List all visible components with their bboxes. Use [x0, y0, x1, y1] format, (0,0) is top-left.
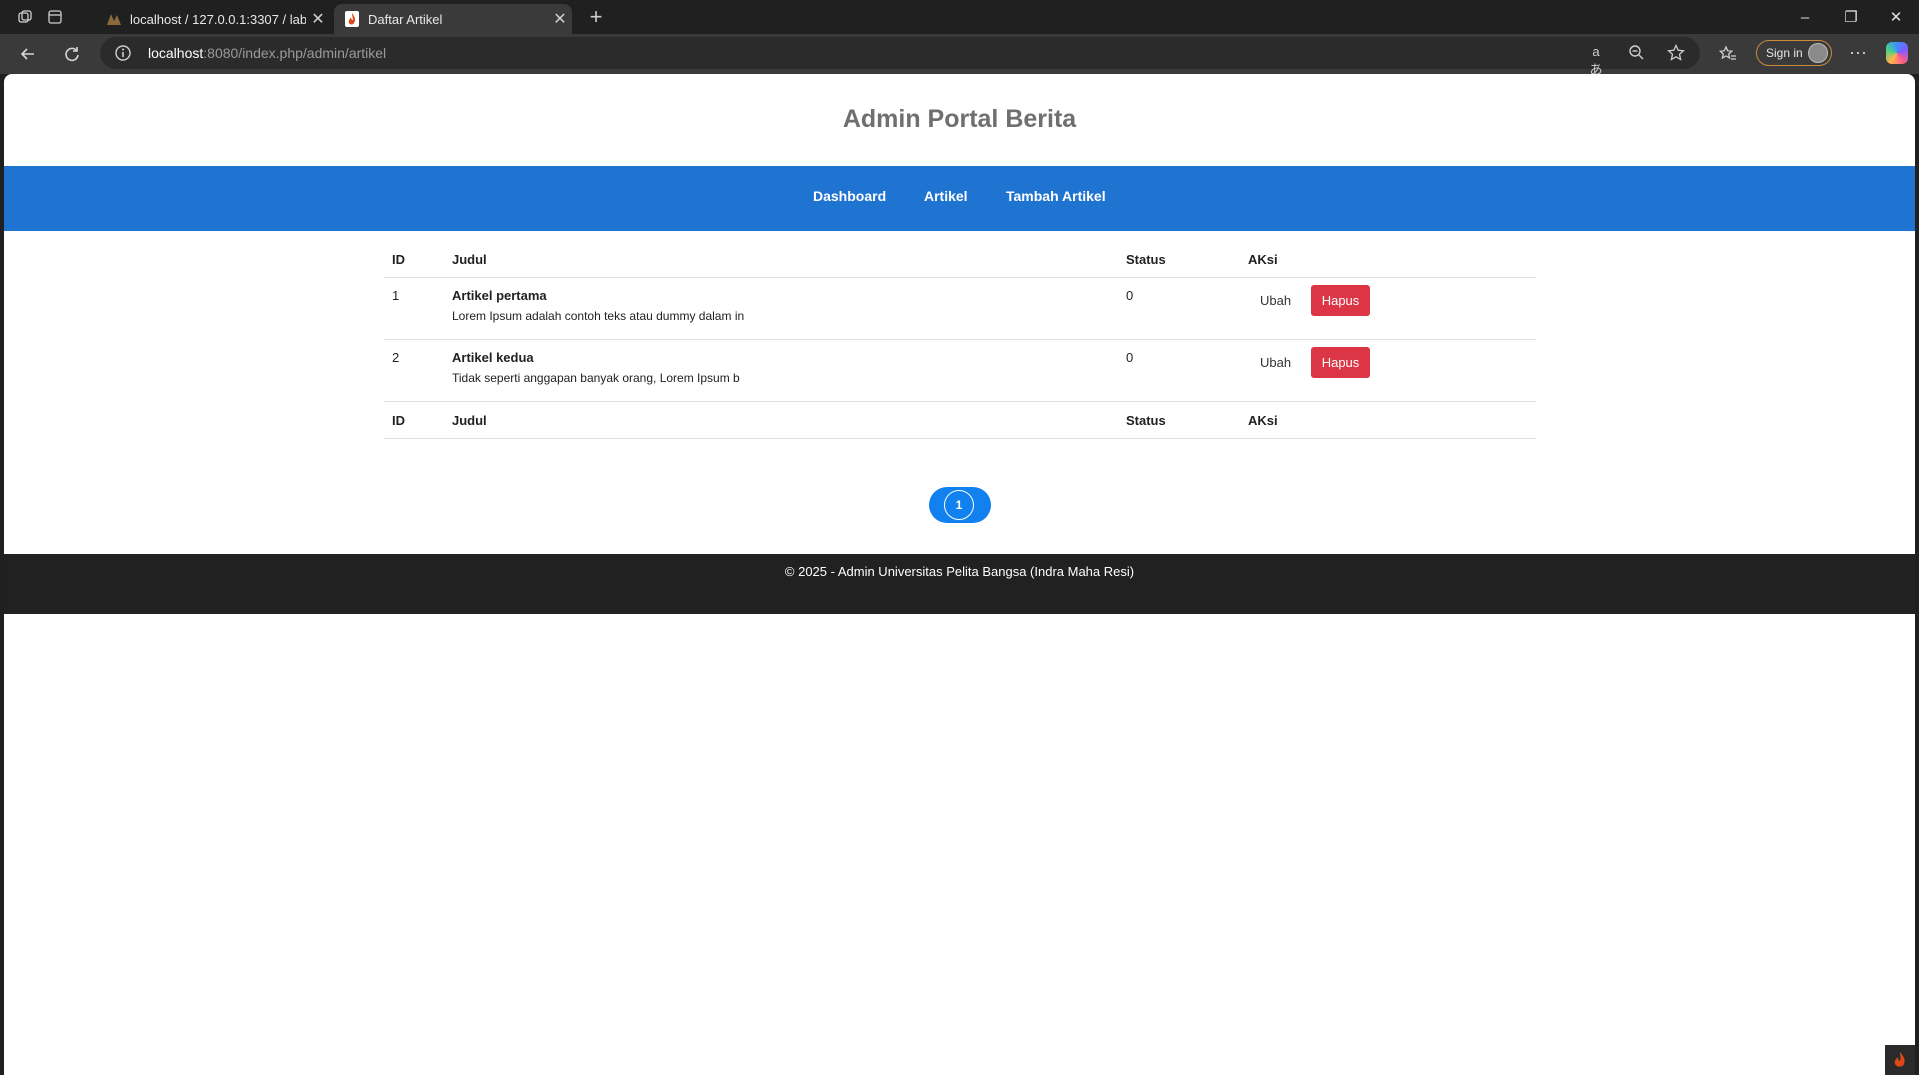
nav-tambah-artikel[interactable]: Tambah Artikel	[1006, 188, 1106, 204]
header-id: ID	[384, 241, 444, 278]
new-tab-icon[interactable]: +	[584, 4, 608, 30]
edit-button[interactable]: Ubah	[1252, 288, 1299, 313]
zoom-out-icon[interactable]	[1626, 44, 1646, 62]
close-window-icon[interactable]: ✕	[1873, 0, 1919, 34]
sign-in-label: Sign in	[1766, 46, 1803, 60]
footer-aksi: AKsi	[1240, 401, 1536, 439]
page-button-current[interactable]: 1	[944, 490, 974, 520]
row-actions: Ubah Hapus	[1240, 339, 1536, 402]
article-excerpt: Lorem Ipsum adalah contoh teks atau dumm…	[452, 309, 745, 323]
url-host: localhost	[148, 45, 204, 61]
row-id: 1	[384, 277, 444, 340]
pagination: 1	[929, 487, 991, 523]
avatar	[1808, 43, 1828, 63]
site-header: Admin Portal Berita	[4, 74, 1915, 166]
tab-phpmyadmin[interactable]: localhost / 127.0.0.1:3307 / lab_ci ✕	[96, 4, 330, 34]
page-title: Admin Portal Berita	[842, 105, 1077, 133]
minimize-icon[interactable]: –	[1782, 0, 1828, 34]
read-aloud-icon[interactable]: aあ	[1586, 44, 1606, 77]
article-title: Artikel pertama	[452, 288, 547, 303]
favorites-icon[interactable]	[1716, 42, 1740, 66]
workspaces-icon[interactable]	[14, 6, 36, 28]
header-judul: Judul	[444, 241, 1118, 278]
tab-title: localhost / 127.0.0.1:3307 / lab_ci	[130, 11, 306, 27]
header-aksi: AKsi	[1240, 241, 1536, 278]
row-judul: Artikel kedua Tidak seperti anggapan ban…	[444, 339, 1118, 402]
close-tab-icon[interactable]: ✕	[306, 9, 330, 29]
table-row: 1 Artikel pertama Lorem Ipsum adalah con…	[384, 277, 1536, 340]
close-tab-icon[interactable]: ✕	[548, 9, 572, 29]
codeigniter-icon	[344, 11, 360, 27]
favorite-star-icon[interactable]	[1666, 43, 1686, 62]
header-status: Status	[1118, 241, 1240, 278]
tab-daftar-artikel[interactable]: Daftar Artikel ✕	[334, 4, 572, 34]
footer-id: ID	[384, 401, 444, 439]
sign-in-button[interactable]: Sign in	[1756, 40, 1832, 66]
tab-bar: localhost / 127.0.0.1:3307 / lab_ci ✕ Da…	[0, 0, 1919, 34]
url-path: :8080/index.php/admin/artikel	[203, 45, 387, 61]
tab-actions-icon[interactable]	[44, 6, 66, 28]
address-bar[interactable]: localhost:8080/index.php/admin/artikel a…	[100, 37, 1700, 77]
refresh-icon[interactable]	[60, 42, 84, 66]
browser-toolbar: localhost:8080/index.php/admin/artikel a…	[0, 34, 1919, 77]
footer-judul: Judul	[444, 401, 1118, 439]
row-status: 0	[1118, 277, 1240, 340]
main-nav: Dashboard Artikel Tambah Artikel	[4, 166, 1915, 231]
phpmyadmin-icon	[106, 11, 122, 27]
footer-text: © 2025 - Admin Universitas Pelita Bangsa…	[784, 564, 1135, 579]
row-actions: Ubah Hapus	[1240, 277, 1536, 340]
debug-toolbar-icon[interactable]	[1885, 1045, 1915, 1075]
footer-status: Status	[1118, 401, 1240, 439]
nav-dashboard[interactable]: Dashboard	[813, 188, 886, 204]
table-header-row: ID Judul Status AKsi	[384, 241, 1536, 278]
tab-title: Daftar Artikel	[368, 11, 443, 27]
restore-icon[interactable]: ❐	[1828, 0, 1874, 34]
url-text: localhost:8080/index.php/admin/artikel	[148, 45, 386, 61]
site-info-icon[interactable]	[114, 44, 132, 62]
table-footer-row: ID Judul Status AKsi	[384, 401, 1536, 439]
delete-button[interactable]: Hapus	[1310, 285, 1371, 316]
table-row: 2 Artikel kedua Tidak seperti anggapan b…	[384, 339, 1536, 402]
nav-artikel[interactable]: Artikel	[924, 188, 968, 204]
row-id: 2	[384, 339, 444, 402]
more-menu-icon[interactable]: ···	[1846, 42, 1870, 63]
article-excerpt: Tidak seperti anggapan banyak orang, Lor…	[452, 371, 740, 385]
edit-button[interactable]: Ubah	[1252, 350, 1299, 375]
delete-button[interactable]: Hapus	[1310, 347, 1371, 378]
article-table: ID Judul Status AKsi 1 Artikel pertama L…	[384, 241, 1536, 439]
copilot-icon[interactable]	[1886, 42, 1908, 64]
row-status: 0	[1118, 339, 1240, 402]
article-title: Artikel kedua	[452, 350, 534, 365]
back-icon[interactable]	[16, 42, 40, 66]
site-footer: © 2025 - Admin Universitas Pelita Bangsa…	[4, 554, 1915, 614]
row-judul: Artikel pertama Lorem Ipsum adalah conto…	[444, 277, 1118, 340]
page-viewport: Admin Portal Berita Dashboard Artikel Ta…	[4, 74, 1915, 1075]
